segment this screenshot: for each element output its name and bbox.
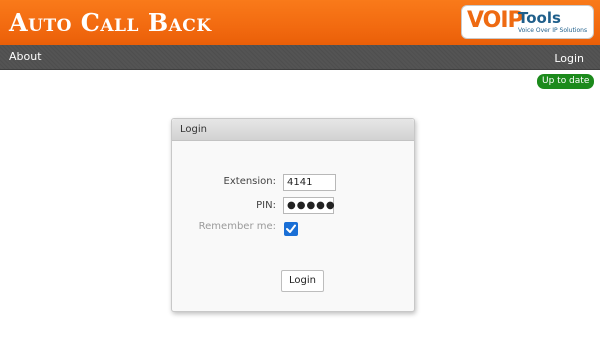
remember-me-checkbox[interactable] xyxy=(284,222,298,236)
nav-about-link[interactable]: About xyxy=(9,50,42,63)
login-panel-title: Login xyxy=(180,124,207,135)
logo-tools-text: Tools xyxy=(518,9,561,27)
login-panel: Login Extension: 4141 PIN: ●●●●● Remembe… xyxy=(171,118,415,312)
nav-bar: About Login xyxy=(0,45,600,70)
login-submit-button[interactable]: Login xyxy=(281,270,324,292)
app-header: Auto Call Back VOIP Tools Voice Over IP … xyxy=(0,0,600,45)
extension-input[interactable]: 4141 xyxy=(283,174,336,191)
logo-voip-text: VOIP xyxy=(467,8,524,33)
remember-me-label: Remember me: xyxy=(198,221,276,232)
voiptools-logo: VOIP Tools Voice Over IP Solutions xyxy=(461,5,594,39)
nav-login-link[interactable]: Login xyxy=(554,52,584,65)
extension-label: Extension: xyxy=(223,176,276,187)
logo-tagline: Voice Over IP Solutions xyxy=(518,27,588,34)
app-title: Auto Call Back xyxy=(9,8,212,37)
pin-label: PIN: xyxy=(256,200,276,211)
status-badge: Up to date xyxy=(537,74,595,89)
login-panel-header: Login xyxy=(172,119,414,141)
checkmark-icon xyxy=(286,224,296,233)
pin-input[interactable]: ●●●●● xyxy=(283,197,335,214)
